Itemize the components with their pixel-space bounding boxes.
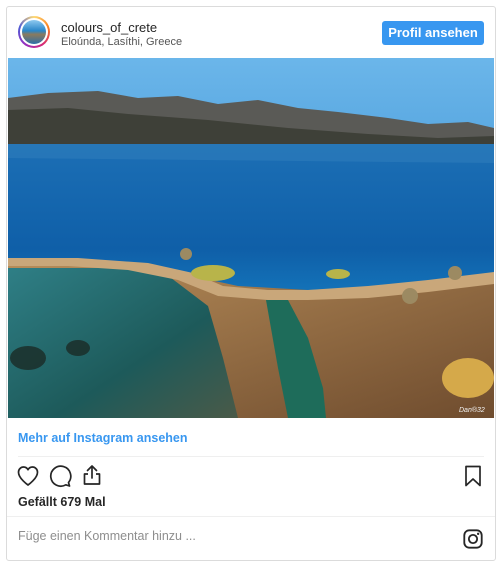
instagram-embed-card: colours_of_crete Eloúnda, Lasíthi, Greec… — [6, 6, 496, 561]
divider — [18, 456, 484, 457]
share-icon[interactable] — [80, 463, 104, 487]
comment-row: Füge einen Kommentar hinzu ... — [7, 516, 495, 560]
heart-icon[interactable] — [16, 464, 40, 488]
avatar-photo — [22, 20, 46, 44]
avatar[interactable] — [18, 16, 50, 48]
post-header: colours_of_crete Eloúnda, Lasíthi, Greec… — [7, 7, 495, 57]
username[interactable]: colours_of_crete — [61, 20, 157, 35]
post-photo[interactable] — [8, 58, 494, 418]
comment-input[interactable]: Füge einen Kommentar hinzu ... — [18, 529, 196, 543]
instagram-icon[interactable] — [462, 528, 484, 550]
location[interactable]: Eloúnda, Lasíthi, Greece — [61, 36, 182, 48]
bookmark-icon[interactable] — [461, 464, 485, 488]
comment-icon[interactable] — [48, 464, 72, 488]
view-more-on-instagram-link[interactable]: Mehr auf Instagram ansehen — [18, 431, 188, 445]
like-count[interactable]: Gefällt 679 Mal — [18, 495, 106, 509]
photo-credit: Dan®32 — [459, 407, 485, 414]
view-profile-button[interactable]: Profil ansehen — [382, 21, 484, 45]
